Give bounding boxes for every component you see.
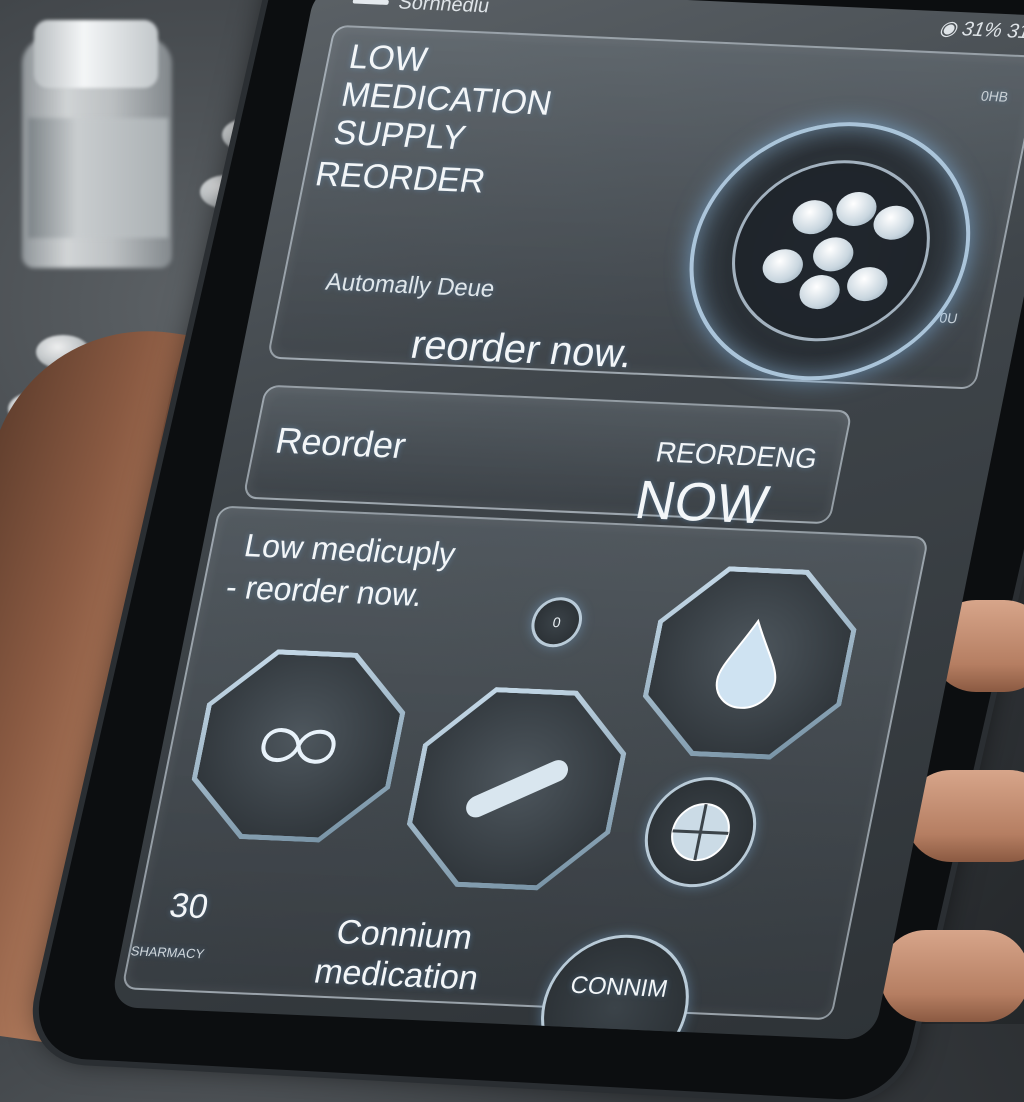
low-supply-card: LOW MEDICATION SUPPLY REORDER 0HB 0U Aut… (266, 24, 1024, 390)
reorder-now-link[interactable]: reorder now. (407, 323, 636, 378)
supply-count: 30 (166, 886, 212, 927)
pill-icon (870, 204, 917, 241)
alert-line: - reorder now. (222, 568, 427, 614)
bottle-label (28, 118, 168, 238)
card-title: LOW MEDICATION SUPPLY (330, 38, 562, 161)
pill-icon (843, 266, 891, 302)
supply-count-label: SHARMACY (129, 943, 206, 962)
pill-ring-graphic (665, 116, 994, 387)
pill-icon (759, 248, 807, 285)
reordering-label: REORDENG (653, 436, 821, 475)
pill-icon (833, 191, 880, 227)
open-capsule-icon (248, 714, 349, 778)
reorder-label: REORDER (312, 155, 489, 201)
reorder-button[interactable]: Reorder REORDENG NOW (242, 384, 853, 535)
status-indicators: ◉ 31% 31% (937, 17, 1024, 44)
pill-icon (809, 236, 857, 273)
confirm-button-label: CONNIM (568, 971, 671, 1003)
confirm-medication-text: Connium medication (283, 910, 517, 1000)
info-badge[interactable]: 0 (526, 596, 587, 649)
finger (880, 930, 1024, 1022)
droplet-icon (706, 615, 794, 710)
reorder-button-label: Reorder (272, 419, 410, 467)
status-left: Sornnedlu (351, 0, 492, 18)
pill-icon (789, 199, 836, 236)
alert-line: Low medicuply (241, 527, 459, 573)
info-badge-label: 0 (551, 614, 563, 631)
pill-icon (796, 274, 843, 310)
pill-dish (715, 156, 947, 346)
notch-bar (352, 0, 390, 6)
carrier-name: Sornnedlu (396, 0, 492, 18)
corner-label: 0HB (979, 87, 1010, 105)
scored-tablet-icon (671, 803, 730, 862)
bottle-cap (34, 20, 158, 88)
card-subtitle: Automally Deue (323, 268, 497, 303)
capsule-icon (448, 741, 585, 836)
